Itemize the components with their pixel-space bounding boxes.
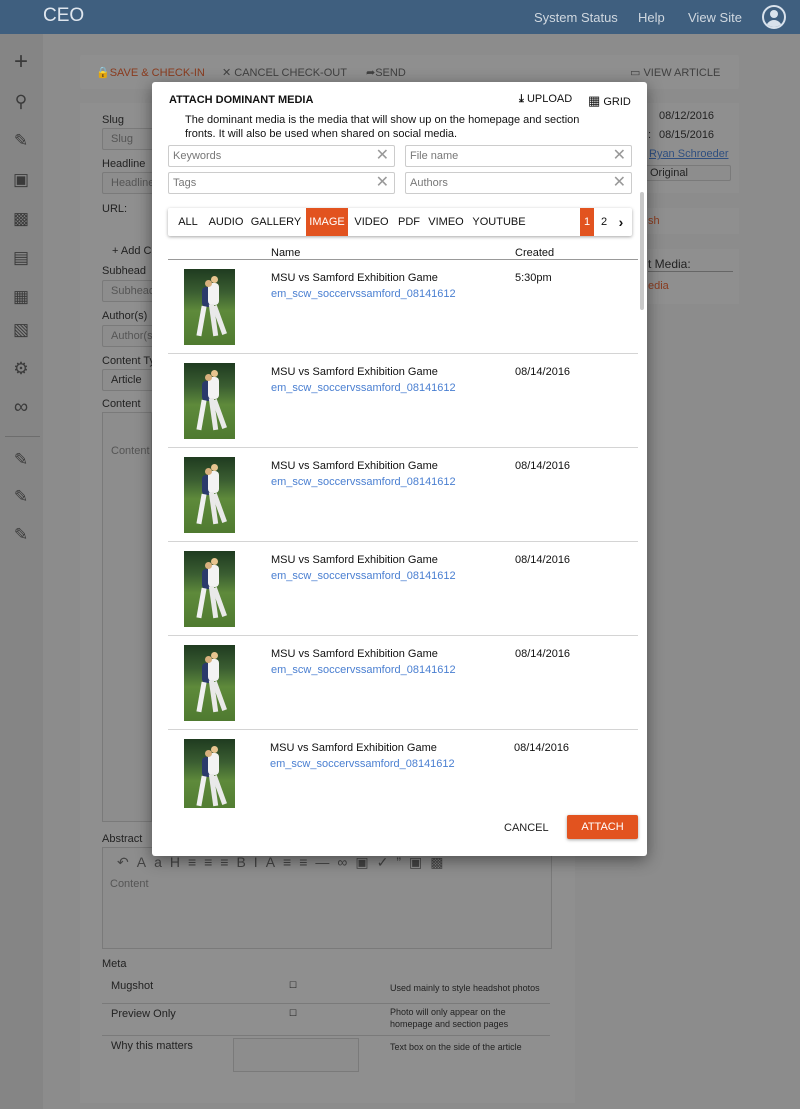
- keywords-input[interactable]: Keywords ✕: [168, 145, 395, 167]
- media-row[interactable]: MSU vs Samford Exhibition Game em_scw_so…: [168, 260, 638, 354]
- chevron-right-icon[interactable]: ›: [614, 208, 628, 236]
- media-row[interactable]: MSU vs Samford Exhibition Game em_scw_so…: [168, 448, 638, 542]
- media-file-link[interactable]: em_scw_soccervssamford_08141612: [271, 476, 456, 488]
- tab-vimeo[interactable]: VIMEO: [426, 208, 466, 236]
- tab-audio[interactable]: AUDIO: [206, 208, 246, 236]
- media-row[interactable]: MSU vs Samford Exhibition Game em_scw_so…: [168, 636, 638, 730]
- media-file-link[interactable]: em_scw_soccervssamford_08141612: [270, 758, 455, 770]
- media-thumbnail[interactable]: [184, 551, 235, 627]
- modal-description: The dominant media is the media that wil…: [185, 114, 580, 140]
- media-name: MSU vs Samford Exhibition Game: [271, 272, 438, 284]
- media-thumbnail[interactable]: [184, 645, 235, 721]
- media-row[interactable]: MSU vs Samford Exhibition Game em_scw_so…: [168, 542, 638, 636]
- media-type-tabs: ALL AUDIO GALLERY IMAGE VIDEO PDF VIMEO …: [168, 208, 632, 236]
- column-created-header[interactable]: Created: [515, 247, 554, 259]
- modal-title: ATTACH DOMINANT MEDIA: [169, 94, 314, 106]
- page-1-button[interactable]: 1: [580, 208, 594, 236]
- grid-icon: ▦: [588, 93, 601, 108]
- media-name: MSU vs Samford Exhibition Game: [270, 742, 437, 754]
- tab-image[interactable]: IMAGE: [306, 208, 348, 236]
- tab-video[interactable]: VIDEO: [351, 208, 392, 236]
- media-thumbnail[interactable]: [184, 457, 235, 533]
- tags-input[interactable]: Tags ✕: [168, 172, 395, 194]
- media-created: 08/14/2016: [515, 554, 571, 566]
- media-name: MSU vs Samford Exhibition Game: [271, 648, 438, 660]
- tab-all[interactable]: ALL: [173, 208, 203, 236]
- media-file-link[interactable]: em_scw_soccervssamford_08141612: [271, 288, 456, 300]
- media-created: 5:30pm: [515, 272, 552, 284]
- media-thumbnail[interactable]: [184, 363, 235, 439]
- column-name-header[interactable]: Name: [271, 247, 300, 259]
- clear-keywords-icon[interactable]: ✕: [376, 147, 389, 165]
- attach-button[interactable]: ATTACH: [567, 815, 638, 839]
- media-created: 08/14/2016: [514, 742, 570, 754]
- upload-button[interactable]: ⤓ UPLOAD: [519, 93, 572, 106]
- clear-tags-icon[interactable]: ✕: [376, 174, 389, 192]
- cancel-button[interactable]: CANCEL: [498, 818, 555, 838]
- upload-icon: ⤓: [519, 93, 524, 105]
- tab-youtube[interactable]: YOUTUBE: [469, 208, 529, 236]
- page-2-button[interactable]: 2: [597, 208, 611, 236]
- media-created: 08/14/2016: [515, 648, 571, 660]
- media-created: 08/14/2016: [515, 366, 571, 378]
- tab-gallery[interactable]: GALLERY: [249, 208, 303, 236]
- file-name-input[interactable]: File name ✕: [405, 145, 632, 167]
- media-name: MSU vs Samford Exhibition Game: [271, 460, 438, 472]
- media-file-link[interactable]: em_scw_soccervssamford_08141612: [271, 382, 456, 394]
- media-file-link[interactable]: em_scw_soccervssamford_08141612: [271, 570, 456, 582]
- attach-media-modal: ATTACH DOMINANT MEDIA ⤓ UPLOAD ▦ GRID Th…: [152, 82, 647, 856]
- media-thumbnail[interactable]: [184, 739, 235, 808]
- media-list: MSU vs Samford Exhibition Game em_scw_so…: [168, 260, 638, 808]
- media-thumbnail[interactable]: [184, 269, 235, 345]
- media-file-link[interactable]: em_scw_soccervssamford_08141612: [271, 664, 456, 676]
- media-row[interactable]: MSU vs Samford Exhibition Game em_scw_so…: [168, 354, 638, 448]
- grid-view-button[interactable]: ▦ GRID: [588, 93, 631, 109]
- list-scrollbar[interactable]: [640, 192, 644, 310]
- media-name: MSU vs Samford Exhibition Game: [271, 366, 438, 378]
- tab-pdf[interactable]: PDF: [395, 208, 423, 236]
- clear-authors-icon[interactable]: ✕: [613, 174, 626, 192]
- media-name: MSU vs Samford Exhibition Game: [271, 554, 438, 566]
- clear-file-name-icon[interactable]: ✕: [613, 147, 626, 165]
- media-row[interactable]: MSU vs Samford Exhibition Game em_scw_so…: [168, 730, 638, 808]
- media-created: 08/14/2016: [515, 460, 571, 472]
- authors-filter-input[interactable]: Authors ✕: [405, 172, 632, 194]
